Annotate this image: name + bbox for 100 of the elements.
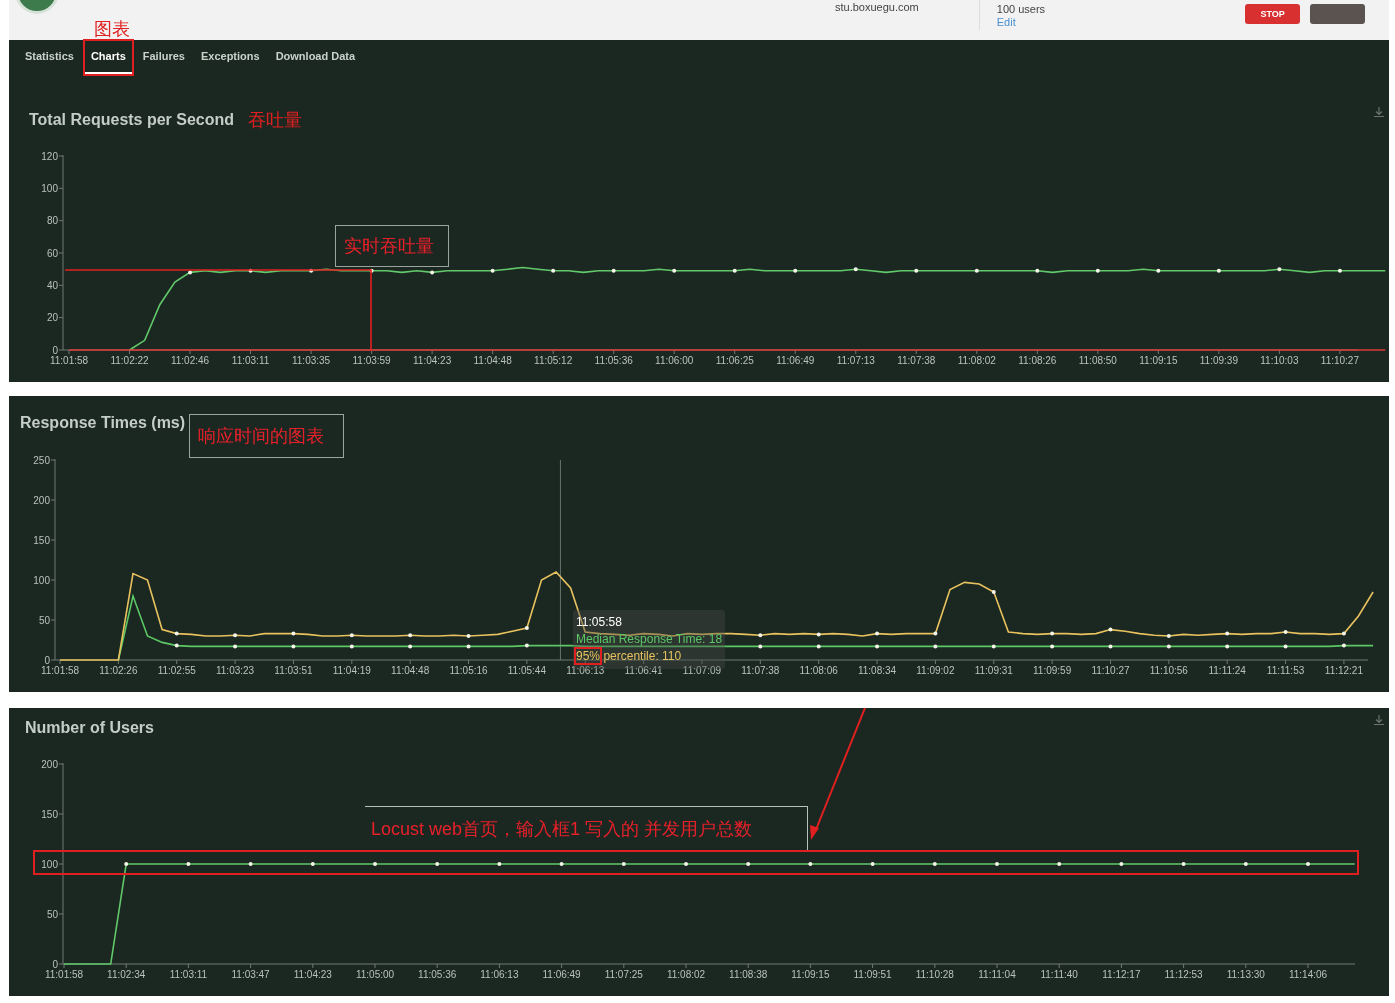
axis-label: 11:09:15 bbox=[1139, 355, 1178, 366]
axis-label: 200 bbox=[41, 758, 58, 770]
axis-label: 11:06:25 bbox=[715, 355, 754, 366]
data-point bbox=[291, 644, 296, 649]
download-icon[interactable] bbox=[1373, 106, 1385, 118]
data-point bbox=[933, 631, 938, 636]
data-point bbox=[233, 644, 238, 649]
header-button[interactable] bbox=[1310, 4, 1366, 24]
data-point bbox=[373, 862, 377, 866]
tab[interactable]: Charts bbox=[83, 40, 133, 75]
axis-label: 11:07:25 bbox=[604, 969, 643, 980]
axis-label: 11:13:30 bbox=[1226, 969, 1265, 980]
axis-label: 11:04:48 bbox=[473, 355, 512, 366]
axis-label: 50 bbox=[38, 614, 50, 626]
axis-label: 11:04:19 bbox=[332, 665, 371, 676]
axis-label: 11:03:11 bbox=[169, 969, 208, 980]
data-point bbox=[186, 862, 191, 866]
tab[interactable]: Failures bbox=[136, 40, 191, 75]
user-count: 100 users bbox=[996, 3, 1046, 16]
axis-label: 11:09:51 bbox=[853, 969, 892, 980]
axis-label: 11:06:41 bbox=[624, 665, 663, 676]
axis-label: 250 bbox=[33, 454, 50, 466]
data-point bbox=[291, 631, 296, 636]
axis-label: 11:04:48 bbox=[391, 665, 430, 676]
axis-label: 20 bbox=[46, 312, 58, 324]
data-point bbox=[853, 267, 858, 272]
axis-label: 11:08:38 bbox=[729, 969, 768, 980]
data-point bbox=[1306, 862, 1310, 866]
axis-label: 11:02:26 bbox=[99, 665, 138, 676]
axis-label: 11:11:24 bbox=[1208, 665, 1246, 676]
data-point bbox=[1050, 644, 1055, 649]
stop-button[interactable]: STOP bbox=[1245, 4, 1301, 24]
data-point bbox=[611, 268, 616, 273]
data-point bbox=[551, 268, 556, 273]
axis-label: 11:07:09 bbox=[682, 665, 722, 676]
data-point bbox=[233, 633, 238, 638]
data-point bbox=[349, 633, 354, 638]
data-point bbox=[1181, 862, 1186, 866]
data-point bbox=[1341, 643, 1346, 648]
data-point bbox=[1119, 862, 1124, 866]
axis-label: 11:08:50 bbox=[1078, 355, 1117, 366]
data-point bbox=[524, 626, 529, 630]
data-point bbox=[1050, 631, 1055, 636]
axis-label: 11:09:02 bbox=[916, 665, 955, 676]
axis-label: 11:09:39 bbox=[1199, 355, 1238, 366]
tooltip-label: 95% bbox=[576, 649, 601, 663]
download-icon[interactable] bbox=[1373, 714, 1385, 726]
data-point bbox=[1035, 268, 1040, 273]
axis-label: 11:09:15 bbox=[791, 969, 830, 980]
axis-label: 0 bbox=[52, 958, 58, 970]
data-point bbox=[875, 644, 880, 649]
data-point bbox=[974, 268, 979, 273]
axis-label: 0 bbox=[44, 654, 50, 666]
data-point bbox=[309, 268, 314, 273]
axis-label: 11:02:46 bbox=[170, 355, 210, 366]
tab[interactable]: Download Data bbox=[269, 40, 362, 75]
data-point bbox=[875, 631, 880, 636]
axis-label: 11:12:53 bbox=[1164, 969, 1203, 980]
data-point bbox=[746, 862, 751, 866]
data-point bbox=[490, 268, 495, 273]
axis-label: 11:10:28 bbox=[915, 969, 954, 980]
data-point bbox=[816, 632, 821, 637]
data-point bbox=[808, 862, 813, 866]
data-point bbox=[248, 862, 253, 866]
axis-label: 11:06:49 bbox=[776, 355, 815, 366]
tab[interactable]: Exceptions bbox=[194, 40, 266, 75]
axis-label: 11:06:13 bbox=[480, 969, 519, 980]
axis-label: 11:08:34 bbox=[857, 665, 897, 676]
axis-label: 11:09:31 bbox=[974, 665, 1013, 676]
axis-label: 11:07:13 bbox=[836, 355, 875, 366]
axis-label: 11:08:06 bbox=[799, 665, 838, 676]
axis-label: 11:05:16 bbox=[449, 665, 488, 676]
axis-label: 11:04:23 bbox=[413, 355, 452, 366]
axis-label: 11:12:17 bbox=[1102, 969, 1141, 980]
axis-label: 11:03:11 bbox=[231, 355, 270, 366]
data-point bbox=[1283, 630, 1288, 634]
axis-label: 11:10:03 bbox=[1260, 355, 1299, 366]
axis-label: 11:02:22 bbox=[110, 355, 149, 366]
data-point bbox=[1283, 644, 1288, 649]
data-point bbox=[1057, 862, 1062, 866]
axis-label: 11:06:13 bbox=[566, 665, 605, 676]
axis-label: 100 bbox=[41, 858, 58, 870]
axis-label: 11:11:04 bbox=[978, 969, 1016, 980]
data-point bbox=[1277, 267, 1282, 272]
data-point bbox=[732, 268, 737, 273]
axis-label: 11:05:00 bbox=[355, 969, 395, 980]
data-point bbox=[914, 268, 919, 273]
axis-label: 150 bbox=[41, 808, 58, 820]
data-point bbox=[124, 862, 129, 866]
tab[interactable]: Statistics bbox=[19, 40, 80, 75]
axis-label: 11:07:38 bbox=[741, 665, 780, 676]
axis-label: 11:04:23 bbox=[293, 969, 332, 980]
data-point bbox=[1108, 644, 1113, 649]
axis-label: 80 bbox=[46, 215, 58, 227]
data-point bbox=[466, 634, 471, 638]
axis-label: 11:02:34 bbox=[107, 969, 146, 980]
axis-label: 11:12:21 bbox=[1324, 665, 1363, 676]
axis-label: 50 bbox=[46, 908, 58, 920]
data-point bbox=[1166, 644, 1171, 649]
tooltip-value: Median Response Time: 18 bbox=[576, 631, 721, 648]
